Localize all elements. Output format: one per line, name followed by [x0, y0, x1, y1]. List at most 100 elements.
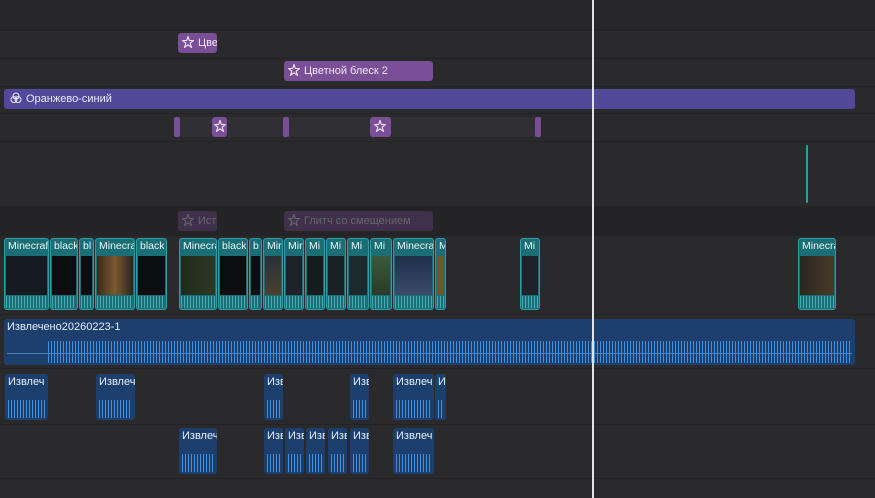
video-clip[interactable]: Mi: [326, 238, 346, 310]
effect-marker[interactable]: [535, 117, 541, 137]
track-separator: [0, 30, 875, 31]
video-clip-label: Mi: [309, 240, 321, 252]
audio-waveform: [353, 400, 366, 418]
effect-clip-label: Ист: [198, 215, 217, 227]
clip-waveform: [395, 296, 432, 308]
audio-clip[interactable]: Изв: [306, 428, 325, 474]
playhead[interactable]: [592, 0, 594, 498]
track-separator: [0, 113, 875, 114]
clip-waveform: [81, 296, 92, 308]
video-thumbnail: [251, 256, 260, 295]
effect-track-background: [176, 117, 540, 137]
audio-waveform: [8, 400, 45, 418]
video-clip-label: Minecra: [183, 240, 217, 252]
audio-clip-label: Извлеч: [396, 430, 433, 442]
effect-clip-ghost: Глитч со смещением: [284, 211, 433, 231]
audio-clip[interactable]: Извлеч: [96, 374, 135, 420]
audio-clip[interactable]: И: [435, 374, 446, 420]
audio-clip[interactable]: Извлеч: [5, 374, 48, 420]
video-clip-label: Minecra: [99, 240, 135, 252]
track-separator: [0, 424, 875, 425]
track-separator: [0, 141, 875, 142]
audio-waveform: [48, 341, 852, 363]
video-clip[interactable]: M: [435, 238, 446, 310]
audio-clip[interactable]: Изв: [264, 428, 283, 474]
effect-clip[interactable]: [212, 117, 227, 137]
video-clip[interactable]: bl: [79, 238, 94, 310]
three-circles-icon: [10, 92, 22, 104]
video-clip[interactable]: Mir: [263, 238, 283, 310]
effect-clip[interactable]: Цветной блеск 2: [284, 61, 433, 81]
effect-clip-label: Цветной блеск 2: [304, 65, 388, 77]
effect-clip-label: Цве: [198, 37, 217, 49]
video-clip[interactable]: Mi: [347, 238, 369, 310]
audio-clip-label: Изв: [353, 376, 369, 388]
video-clip[interactable]: Minecraft: [4, 238, 49, 310]
video-clip[interactable]: b: [249, 238, 262, 310]
filter-clip[interactable]: Оранжево-синий: [4, 89, 855, 109]
video-clip[interactable]: Mir: [284, 238, 304, 310]
audio-clip[interactable]: Изв: [264, 374, 283, 420]
video-clip[interactable]: black: [50, 238, 78, 310]
audio-clip-label: Извлеч: [8, 376, 45, 388]
video-clip-label: black: [54, 240, 78, 252]
audio-clip[interactable]: Извлеч: [393, 374, 434, 420]
sparkle-star-icon: [288, 64, 300, 76]
video-thumbnail: [372, 256, 390, 295]
filter-clip-label: Оранжево-синий: [26, 93, 112, 105]
sparkle-star-icon: [182, 36, 194, 48]
video-clip[interactable]: Minecra: [179, 238, 217, 310]
video-clip[interactable]: Mi: [370, 238, 392, 310]
video-clip[interactable]: Minecra: [798, 238, 836, 310]
clip-waveform: [6, 296, 47, 308]
clip-waveform: [286, 296, 302, 308]
video-thumbnail: [522, 256, 538, 295]
clip-waveform: [220, 296, 246, 308]
video-clip-label: black: [140, 240, 165, 252]
audio-clip-label: И: [438, 376, 446, 388]
video-clip-label: Mi: [524, 240, 536, 252]
effect-clip-label: Глитч со смещением: [304, 215, 411, 227]
video-clip-label: Mi: [330, 240, 342, 252]
effect-clip[interactable]: Цве: [178, 33, 217, 53]
audio-waveform: [396, 454, 431, 472]
video-clip[interactable]: black: [136, 238, 167, 310]
audio-clip-label: Извлеч: [182, 430, 217, 442]
video-clip[interactable]: Minecra: [95, 238, 135, 310]
audio-clip[interactable]: Изв: [328, 428, 347, 474]
video-thumbnail: [138, 256, 165, 295]
video-clip[interactable]: 0223: [806, 145, 808, 203]
audio-waveform: [182, 454, 214, 472]
video-clip-label: bl: [83, 240, 92, 252]
track-band: [0, 0, 875, 30]
video-clip-label: Mir: [288, 240, 303, 252]
video-thumbnail: [800, 256, 834, 295]
audio-waveform: [438, 400, 443, 418]
video-clip[interactable]: Mi: [305, 238, 325, 310]
video-thumbnail: [328, 256, 344, 295]
video-thumbnail: [307, 256, 323, 295]
audio-clip[interactable]: Изв: [350, 428, 369, 474]
audio-clip-label: Изв: [288, 430, 304, 442]
audio-clip[interactable]: Извлеч: [179, 428, 217, 474]
video-clip[interactable]: Minecra: [393, 238, 434, 310]
clip-waveform: [138, 296, 165, 308]
track-separator: [0, 314, 875, 315]
audio-clip-label: Изв: [267, 376, 283, 388]
effect-marker[interactable]: [283, 117, 289, 137]
audio-clip[interactable]: Изв: [285, 428, 304, 474]
audio-clip[interactable]: Изв: [350, 374, 369, 420]
clip-waveform: [437, 296, 444, 308]
effect-marker[interactable]: [174, 117, 180, 137]
clip-waveform: [265, 296, 281, 308]
audio-clip[interactable]: Извлеч: [393, 428, 434, 474]
effect-clip[interactable]: [370, 117, 391, 137]
audio-clip-main[interactable]: Извлечено20260223-1: [4, 319, 855, 365]
clip-waveform: [372, 296, 390, 308]
video-clip-label: Mir: [267, 240, 282, 252]
video-clip-label: Minecra: [802, 240, 836, 252]
video-clip[interactable]: black: [218, 238, 248, 310]
audio-clip-label: Изв: [331, 430, 347, 442]
video-clip[interactable]: Mi: [520, 238, 540, 310]
sparkle-star-icon: [288, 214, 300, 226]
